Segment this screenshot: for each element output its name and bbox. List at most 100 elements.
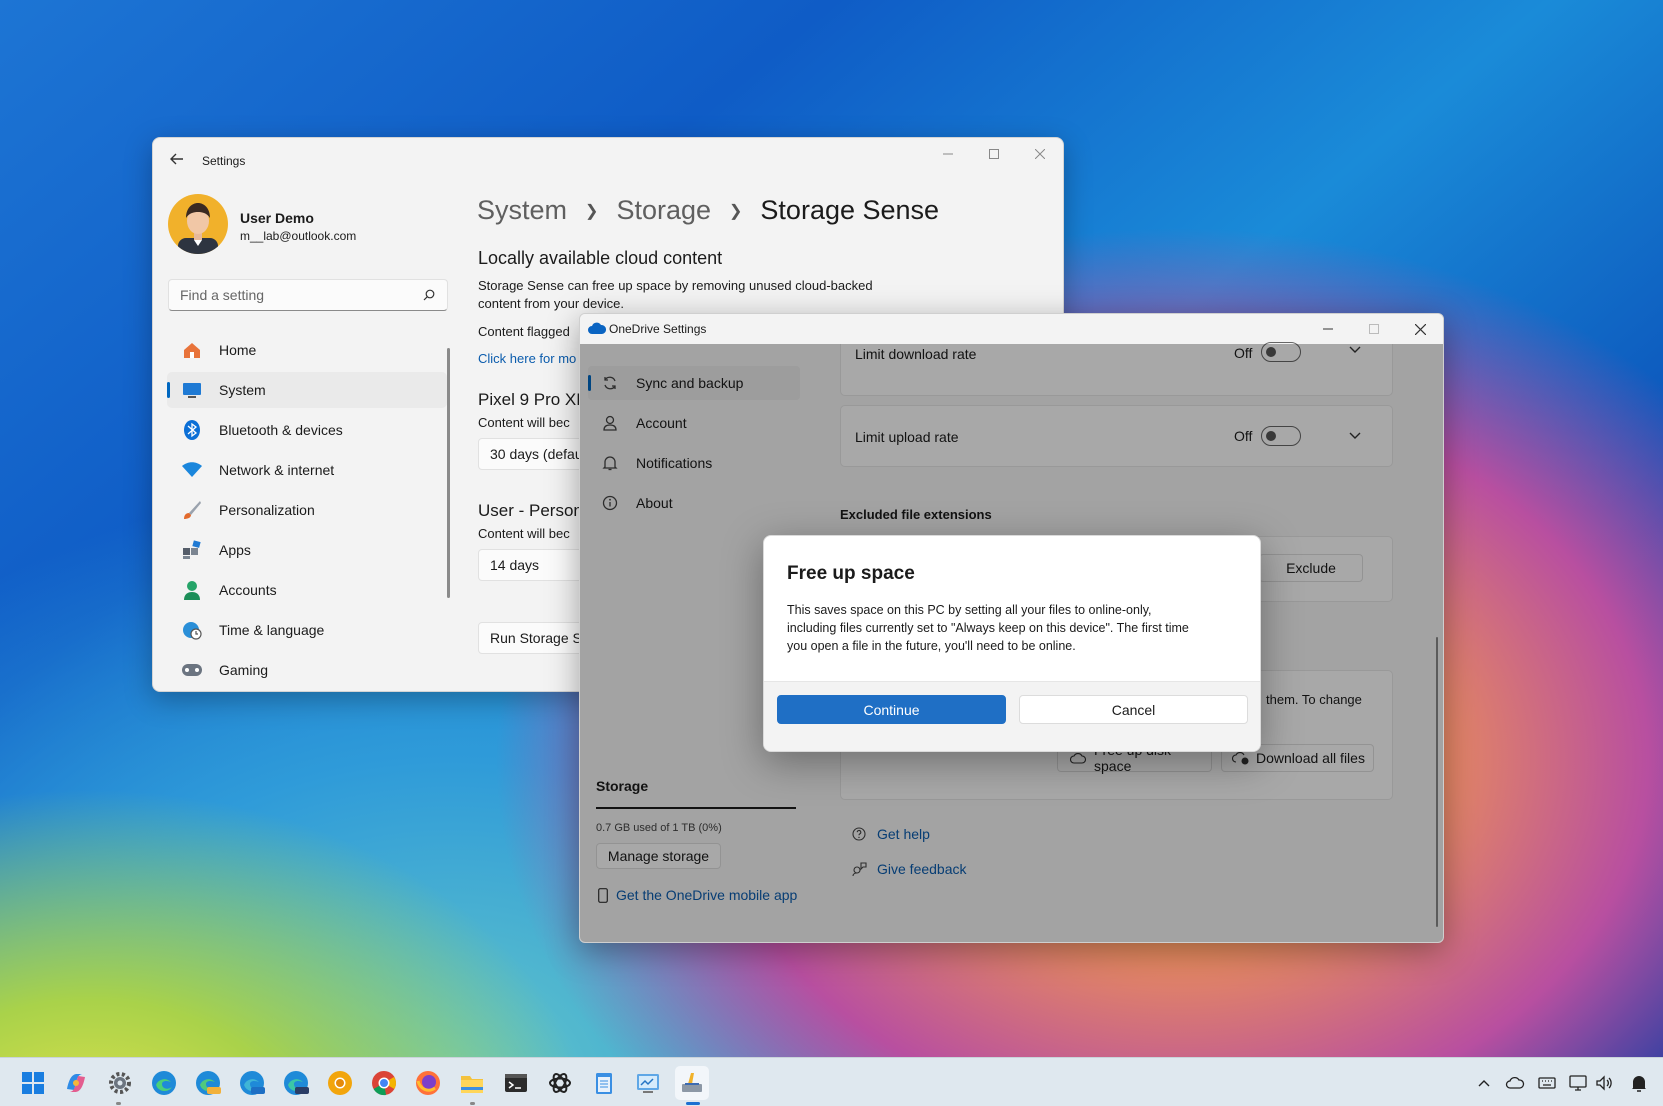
dialog-body: This saves space on this PC by setting a… <box>787 601 1247 655</box>
maximize-button[interactable] <box>1351 314 1397 344</box>
chevron-right-icon: ❯ <box>729 202 743 220</box>
user-days-value: 14 days <box>490 557 540 573</box>
onedrive-titlebar: OneDrive Settings <box>580 314 1443 344</box>
more-info-link[interactable]: Click here for mo <box>478 351 576 366</box>
globe-clock-icon <box>177 620 207 640</box>
user-email: m__lab@outlook.com <box>240 229 357 243</box>
user-onedrive-heading: User - Person <box>478 501 583 520</box>
chevron-up-icon[interactable] <box>1474 1073 1494 1093</box>
page-title: Storage Sense <box>760 195 940 225</box>
minimize-button[interactable] <box>1305 314 1351 344</box>
close-button[interactable] <box>1397 314 1443 344</box>
cancel-button[interactable]: Cancel <box>1019 695 1248 724</box>
dialog-body-line-1: This saves space on this PC by setting a… <box>787 603 1152 617</box>
breadcrumb-system[interactable]: System <box>477 195 567 226</box>
pixel-heading: Pixel 9 Pro XL <box>478 390 586 409</box>
sidebar-item-label: Time & language <box>219 622 325 638</box>
edge-canary-icon[interactable] <box>194 1069 222 1097</box>
firefox-icon[interactable] <box>414 1069 442 1097</box>
running-app-indicator <box>116 1102 121 1105</box>
chevron-right-icon: ❯ <box>585 202 599 220</box>
taskbar <box>0 1057 1663 1106</box>
back-arrow-icon[interactable] <box>169 151 185 167</box>
sidebar-item-label: Bluetooth & devices <box>219 422 343 438</box>
sidebar-item-home[interactable]: Home <box>167 332 447 368</box>
file-explorer-icon[interactable] <box>458 1069 486 1097</box>
active-app-indicator <box>686 1102 700 1105</box>
settings-gear-icon[interactable] <box>106 1069 134 1097</box>
sidebar-item-label: System <box>219 382 266 398</box>
running-app-indicator <box>470 1102 475 1105</box>
dialog-footer: Continue Cancel <box>764 681 1260 751</box>
chrome-icon[interactable] <box>370 1069 398 1097</box>
pixel-desc: Content will bec <box>478 415 570 430</box>
sidebar-item-label: Network & internet <box>219 462 335 478</box>
sidebar-item-apps[interactable]: Apps <box>167 532 447 568</box>
sidebar-item-personalization[interactable]: Personalization <box>167 492 447 528</box>
search-input[interactable]: Find a setting <box>168 279 448 311</box>
notepad-icon[interactable] <box>590 1069 618 1097</box>
sidebar-item-network[interactable]: Network & internet <box>167 452 447 488</box>
start-icon[interactable] <box>19 1069 47 1097</box>
search-placeholder: Find a setting <box>180 287 265 303</box>
pixel-days-value: 30 days (defau <box>490 446 583 462</box>
sidebar-item-system[interactable]: System <box>167 372 447 408</box>
section-title: Locally available cloud content <box>478 248 723 268</box>
onedrive-title: OneDrive Settings <box>609 322 707 336</box>
maximize-button[interactable] <box>971 138 1017 170</box>
user-name: User Demo <box>240 210 314 226</box>
minimize-button[interactable] <box>925 138 971 170</box>
wifi-icon <box>177 462 207 478</box>
sidebar-item-label: Home <box>219 342 257 358</box>
disk-cleanup-icon[interactable] <box>675 1066 709 1100</box>
system-icon <box>177 382 207 398</box>
sidebar-item-gaming[interactable]: Gaming <box>167 652 447 688</box>
notification-icon[interactable] <box>1629 1073 1649 1093</box>
control-panel-icon[interactable] <box>634 1069 662 1097</box>
onedrive-cloud-icon[interactable] <box>1505 1073 1525 1093</box>
network-icon[interactable] <box>1568 1073 1588 1093</box>
sidebar-item-label: Gaming <box>219 662 269 678</box>
brush-icon <box>177 500 207 520</box>
close-button[interactable] <box>1017 138 1063 170</box>
copilot-icon[interactable] <box>62 1069 90 1097</box>
bluetooth-icon <box>177 420 207 440</box>
run-button-label: Run Storage Se <box>490 630 590 646</box>
sidebar-item-label: Personalization <box>219 502 315 518</box>
sidebar-item-label: Accounts <box>219 582 277 598</box>
person-icon <box>177 580 207 600</box>
sidebar-item-label: Apps <box>219 542 251 558</box>
user-onedrive-desc: Content will bec <box>478 526 570 541</box>
continue-button[interactable]: Continue <box>777 695 1006 724</box>
dialog-title: Free up space <box>787 563 915 584</box>
dialog-body-line-2: including files currently set to "Always… <box>787 621 1189 635</box>
home-icon <box>177 341 207 359</box>
dialog-body-line-3: you open a file in the future, you'll ne… <box>787 639 1076 653</box>
continue-label: Continue <box>863 701 920 718</box>
cancel-label: Cancel <box>1111 701 1156 718</box>
avatar[interactable] <box>168 194 228 254</box>
edge-dev-icon[interactable] <box>282 1069 310 1097</box>
onedrive-cloud-icon <box>588 322 606 334</box>
section-desc-line-2: content from your device. <box>478 296 624 311</box>
edge-beta-icon[interactable] <box>238 1069 266 1097</box>
terminal-icon[interactable] <box>502 1069 530 1097</box>
chatgpt-icon[interactable] <box>546 1069 574 1097</box>
apps-icon <box>177 540 207 560</box>
sidebar-item-time-language[interactable]: Time & language <box>167 612 447 648</box>
sidebar-item-bluetooth[interactable]: Bluetooth & devices <box>167 412 447 448</box>
window-title: Settings <box>202 154 246 168</box>
volume-icon[interactable] <box>1594 1073 1614 1093</box>
gamepad-icon <box>177 663 207 677</box>
breadcrumb: System ❯ Storage ❯ Storage Sense <box>477 195 939 226</box>
search-icon <box>423 289 435 301</box>
edge-icon[interactable] <box>150 1069 178 1097</box>
sidebar-item-accounts[interactable]: Accounts <box>167 572 447 608</box>
free-up-space-dialog: Free up space This saves space on this P… <box>763 535 1261 752</box>
keyboard-icon[interactable] <box>1537 1073 1557 1093</box>
chrome-canary-icon[interactable] <box>326 1069 354 1097</box>
breadcrumb-storage[interactable]: Storage <box>616 195 711 226</box>
content-flagged-text: Content flagged <box>478 324 570 339</box>
section-desc-line-1: Storage Sense can free up space by remov… <box>478 278 873 293</box>
sidebar-scrollbar[interactable] <box>447 348 450 598</box>
